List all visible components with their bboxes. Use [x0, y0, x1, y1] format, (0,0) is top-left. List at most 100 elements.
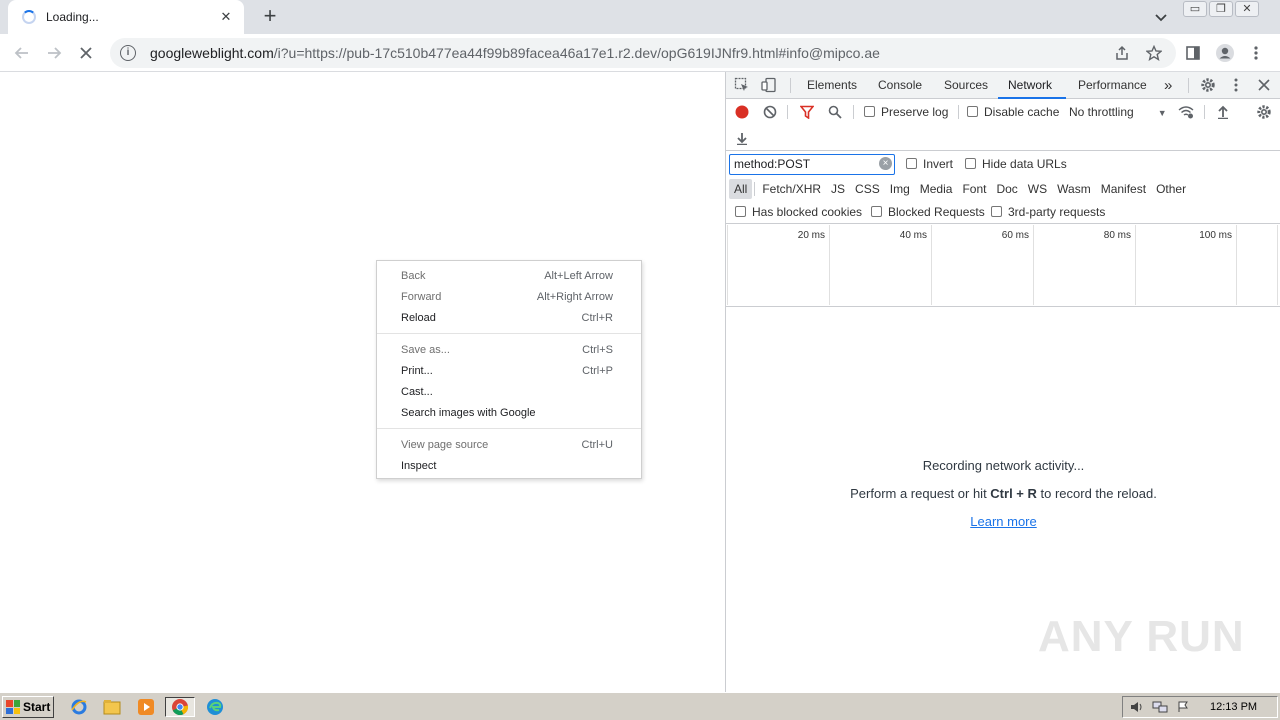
ctx-back[interactable]: Back Alt+Left Arrow: [377, 265, 641, 286]
network-overview-timeline[interactable]: 20 ms 40 ms 60 ms 80 ms 100 ms: [726, 225, 1280, 307]
filter-funnel-icon[interactable]: [799, 104, 815, 120]
has-blocked-cookies-checkbox[interactable]: Has blocked cookies: [735, 205, 862, 219]
blocked-requests-checkbox[interactable]: Blocked Requests: [871, 205, 985, 219]
import-har-icon[interactable]: [1215, 104, 1231, 120]
search-icon[interactable]: [827, 104, 843, 120]
ctx-save-as[interactable]: Save as... Ctrl+S: [377, 339, 641, 360]
chrome-icon[interactable]: [165, 697, 195, 717]
address-bar[interactable]: i googleweblight.com/i?u=https://pub-17c…: [110, 38, 1176, 68]
minimize-button[interactable]: ▭: [1183, 1, 1207, 17]
action-center-flag-icon[interactable]: [1175, 700, 1191, 714]
tab-search-chevron-icon[interactable]: [1151, 7, 1171, 27]
export-har-icon[interactable]: [734, 130, 750, 146]
ctx-print[interactable]: Print... Ctrl+P: [377, 360, 641, 381]
tab-network[interactable]: Network: [998, 72, 1066, 99]
ctx-forward[interactable]: Forward Alt+Right Arrow: [377, 286, 641, 307]
side-panel-icon[interactable]: [1183, 43, 1203, 63]
chrome-menu-icon[interactable]: [1246, 43, 1266, 63]
network-conditions-icon[interactable]: [1178, 104, 1194, 120]
device-toolbar-icon[interactable]: [761, 77, 777, 93]
type-filter-js[interactable]: JS: [826, 179, 850, 199]
share-icon[interactable]: [1112, 43, 1132, 63]
third-party-requests-checkbox[interactable]: 3rd-party requests: [991, 205, 1105, 219]
explorer-icon[interactable]: [101, 697, 123, 717]
inspect-element-icon[interactable]: [734, 77, 750, 93]
volume-icon[interactable]: [1129, 700, 1145, 714]
ctx-reload[interactable]: Reload Ctrl+R: [377, 307, 641, 328]
dropdown-arrow-icon: ▼: [1157, 108, 1167, 118]
type-filter-manifest[interactable]: Manifest: [1096, 179, 1151, 199]
profile-avatar-icon[interactable]: [1215, 43, 1235, 63]
filter-clear-icon[interactable]: ×: [879, 157, 892, 170]
checkbox-box[interactable]: [871, 206, 882, 217]
media-player-icon[interactable]: [135, 697, 157, 717]
invert-checkbox[interactable]: Invert: [906, 157, 953, 171]
devtools-menu-icon[interactable]: [1228, 77, 1244, 93]
loading-spinner-icon: [22, 10, 36, 24]
stop-icon: [80, 47, 92, 59]
disable-cache-checkbox[interactable]: Disable cache: [967, 105, 1059, 119]
divider: [1204, 105, 1205, 119]
window-close-button[interactable]: ✕: [1235, 1, 1259, 17]
new-tab-button[interactable]: +: [259, 5, 281, 27]
stop-loading-button[interactable]: [74, 41, 98, 65]
reload-shortcut: Ctrl + R: [990, 486, 1037, 501]
divider: [754, 182, 756, 196]
edge-icon[interactable]: [204, 697, 226, 717]
settings-gear-icon[interactable]: [1200, 77, 1216, 93]
site-info-icon[interactable]: i: [120, 45, 136, 61]
windows-taskbar: Start 12:13 PM: [0, 692, 1280, 720]
checkbox-box[interactable]: [906, 158, 917, 169]
checkbox-box[interactable]: [735, 206, 746, 217]
divider: [790, 78, 791, 93]
back-button[interactable]: [10, 41, 34, 65]
ctx-search-images[interactable]: Search images with Google: [377, 402, 641, 423]
type-filter-media[interactable]: Media: [915, 179, 958, 199]
type-filter-ws[interactable]: WS: [1023, 179, 1052, 199]
tab-sources[interactable]: Sources: [944, 72, 988, 99]
type-filter-other[interactable]: Other: [1151, 179, 1191, 199]
ctx-inspect[interactable]: Inspect: [377, 455, 641, 476]
more-tabs-button[interactable]: »: [1164, 72, 1172, 99]
ctx-view-source[interactable]: View page source Ctrl+U: [377, 434, 641, 455]
tab-close-button[interactable]: ✕: [218, 9, 234, 25]
type-filter-fetch-xhr[interactable]: Fetch/XHR: [757, 179, 826, 199]
reload-hint-text: Perform a request or hit Ctrl + R to rec…: [850, 486, 1157, 501]
hide-data-urls-checkbox[interactable]: Hide data URLs: [965, 157, 1067, 171]
tab-elements[interactable]: Elements: [807, 72, 857, 99]
network-tray-icon[interactable]: [1152, 700, 1168, 714]
checkbox-box[interactable]: [965, 158, 976, 169]
checkbox-box[interactable]: [864, 106, 875, 117]
learn-more-link[interactable]: Learn more: [726, 514, 1280, 529]
filter-input[interactable]: method:POST: [729, 154, 895, 175]
forward-button[interactable]: [42, 41, 66, 65]
type-filter-wasm[interactable]: Wasm: [1052, 179, 1096, 199]
checkbox-box[interactable]: [967, 106, 978, 117]
bookmark-star-icon[interactable]: [1144, 43, 1164, 63]
ie-icon[interactable]: [68, 697, 90, 717]
type-filter-font[interactable]: Font: [957, 179, 991, 199]
clear-icon[interactable]: [762, 104, 778, 120]
windows-logo-icon: [6, 700, 20, 714]
tab-console[interactable]: Console: [878, 72, 922, 99]
ctx-cast[interactable]: Cast...: [377, 381, 641, 402]
restore-button[interactable]: ❐: [1209, 1, 1233, 17]
tab-title: Loading...: [46, 10, 99, 24]
type-filter-css[interactable]: CSS: [850, 179, 885, 199]
throttling-select[interactable]: No throttling ▼: [1069, 105, 1167, 119]
clock[interactable]: 12:13 PM: [1210, 701, 1257, 713]
checkbox-box[interactable]: [991, 206, 1002, 217]
type-filter-doc[interactable]: Doc: [991, 179, 1022, 199]
devtools-close-icon[interactable]: [1256, 77, 1272, 93]
system-tray: 12:13 PM: [1122, 696, 1278, 718]
network-filter-bar: method:POST × Invert Hide data URLs All …: [726, 152, 1280, 224]
devtools-panel: Elements Console Sources Network Perform…: [725, 72, 1280, 692]
tab-performance[interactable]: Performance: [1078, 72, 1147, 99]
preserve-log-checkbox[interactable]: Preserve log: [864, 105, 948, 119]
type-filter-img[interactable]: Img: [885, 179, 915, 199]
start-button[interactable]: Start: [2, 696, 54, 718]
record-icon[interactable]: [734, 104, 750, 120]
type-filter-all[interactable]: All: [729, 179, 753, 199]
network-settings-gear-icon[interactable]: [1256, 104, 1272, 120]
browser-tab[interactable]: Loading... ✕: [8, 0, 244, 34]
